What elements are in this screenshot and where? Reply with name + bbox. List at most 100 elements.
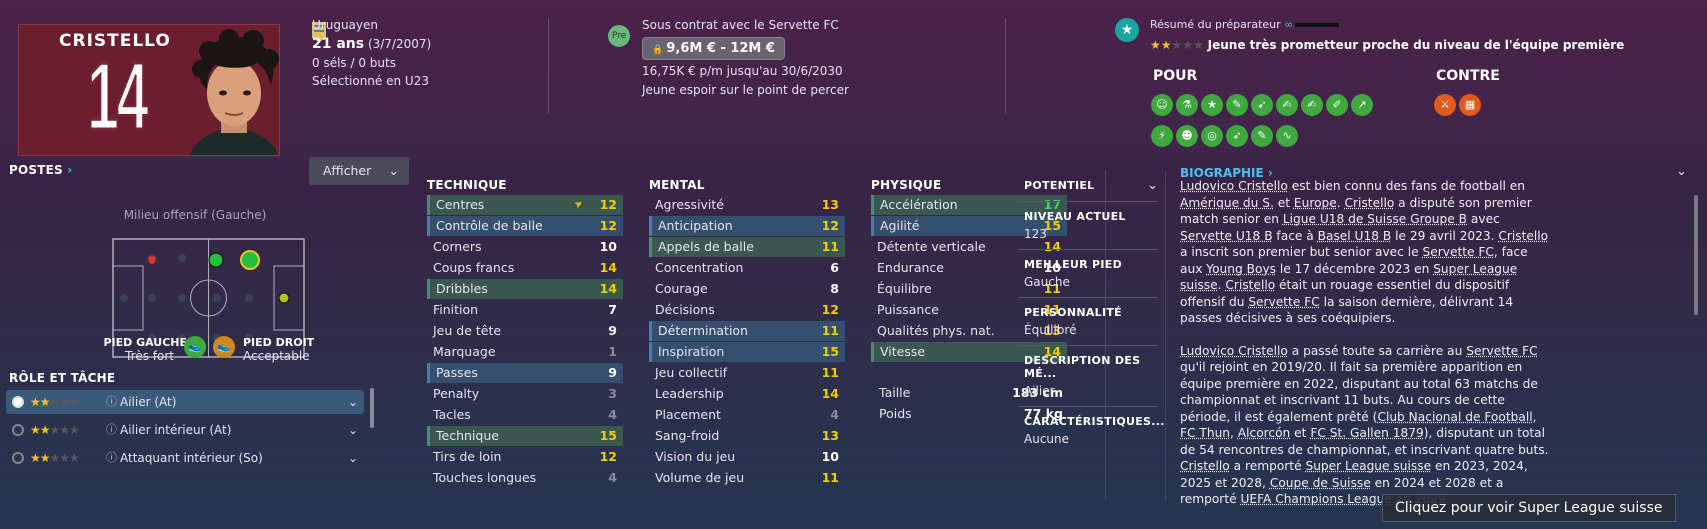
attribute-name: Technique [436, 428, 499, 443]
coach-summary: Résumé du préparateur ∞ ★★★★★ Jeune très… [1150, 18, 1670, 52]
afficher-button[interactable]: Afficher ⌄ [309, 157, 409, 185]
attribute-row[interactable]: Finition 7 [427, 300, 623, 320]
age: 21 ans [312, 36, 365, 52]
attribute-name: Sang-froid [655, 428, 720, 443]
pro-icon[interactable]: ➶ [1226, 125, 1248, 147]
attribute-row[interactable]: Dribbles 14 [427, 279, 623, 299]
con-icon[interactable]: ▦ [1459, 94, 1481, 116]
attribute-name: Jeu collectif [655, 365, 728, 380]
role-row[interactable]: ★★★★★ ⓘ Ailier (At) ⌄ [6, 390, 364, 414]
attribute-name: Détermination [658, 323, 749, 338]
pro-icon[interactable]: ★ [1201, 94, 1223, 116]
pro-icon[interactable]: ∿ [1276, 125, 1298, 147]
attribute-value: 14 [821, 386, 839, 401]
pro-icon[interactable]: ⚗ [1176, 94, 1198, 116]
attribute-row[interactable]: Anticipation 12 [649, 216, 845, 236]
pro-icon[interactable]: ◎ [1201, 125, 1223, 147]
pro-icon[interactable]: ☺ [1151, 94, 1173, 116]
pros-title: POUR [1153, 68, 1198, 84]
position-dot [208, 252, 224, 268]
attribute-name: Agressivité [655, 197, 725, 212]
positions-link[interactable]: POSTES › [9, 163, 72, 177]
info-icon[interactable]: ⓘ [106, 446, 117, 470]
attribute-row[interactable]: Détermination 11 [649, 321, 845, 341]
pro-icon[interactable]: ➹ [1251, 94, 1273, 116]
attribute-row[interactable]: Marquage 1 [427, 342, 623, 362]
chevron-right-icon: › [67, 163, 73, 177]
caps: 0 séls / 0 buts [312, 56, 396, 70]
pro-icon[interactable]: ↗ [1351, 94, 1373, 116]
attribute-row[interactable]: Vision du jeu 10 [649, 447, 845, 467]
attribute-name: Coups francs [433, 260, 515, 275]
attribute-value: 11 [821, 239, 839, 254]
personality-value: Équilibré [1024, 323, 1077, 337]
player-header: CRISTELLO 14 Uruguayen 21 ans (3/7/2007)… [0, 0, 1707, 160]
attribute-value: 9 [608, 323, 617, 338]
cons-title: CONTRE [1436, 68, 1500, 84]
scrollbar[interactable] [370, 388, 374, 428]
radio[interactable] [12, 452, 24, 464]
pro-icon[interactable]: ✎ [1251, 125, 1273, 147]
attribute-value: 12 [599, 449, 617, 464]
chevron-down-icon[interactable]: ⌄ [348, 390, 358, 414]
info-icon[interactable]: ⓘ [106, 418, 117, 442]
attribute-row[interactable]: Contrôle de balle 12 [427, 216, 623, 236]
radio-selected[interactable] [12, 396, 24, 408]
attribute-row[interactable]: Concentration 6 [649, 258, 845, 278]
info-icon[interactable]: ⓘ [106, 390, 117, 414]
attribute-row[interactable]: Placement 4 [649, 405, 845, 425]
role-row[interactable]: ★★★★★ ⓘ Ailier intérieur (At) ⌄ [6, 418, 364, 442]
attribute-row[interactable]: Sang-froid 13 [649, 426, 845, 446]
attribute-value: 11 [821, 365, 839, 380]
radio[interactable] [12, 424, 24, 436]
attribute-name: Vitesse [880, 344, 926, 359]
con-icon[interactable]: ⚔ [1434, 94, 1456, 116]
pro-icon[interactable]: ☻ [1176, 125, 1198, 147]
attribute-name: Jeu de tête [433, 323, 502, 338]
attribute-name: Tirs de loin [433, 449, 502, 464]
attribute-row[interactable]: Centres ➤ 12 [427, 195, 623, 215]
attribute-value: 12 [821, 218, 839, 233]
attribute-row[interactable]: Agressivité 13 [649, 195, 845, 215]
best-foot-label: MEILLEUR PIED [1024, 258, 1123, 271]
attribute-row[interactable]: Leadership 14 [649, 384, 845, 404]
attribute-row[interactable]: Inspiration 15 [649, 342, 845, 362]
attribute-row[interactable]: Passes 9 [427, 363, 623, 383]
chevron-down-icon[interactable]: ⌄ [348, 418, 358, 442]
pro-icon[interactable]: ⚡ [1151, 125, 1173, 147]
chevron-down-icon[interactable]: ⌄ [348, 446, 358, 470]
role-row[interactable]: ★★★★★ ⓘ Attaquant intérieur (So) ⌄ [6, 446, 364, 470]
role-label: Ailier (At) [120, 395, 177, 409]
attribute-row[interactable]: Décisions 12 [649, 300, 845, 320]
attribute-row[interactable]: Jeu collectif 11 [649, 363, 845, 383]
right-foot-label: PIED DROIT [243, 336, 315, 349]
chevron-down-icon[interactable]: ⌄ [1676, 164, 1687, 179]
left-foot-label: PIED GAUCHE [103, 336, 187, 349]
roles-title: RÔLE ET TÂCHE [9, 371, 116, 385]
attribute-row[interactable]: Volume de jeu 11 [649, 468, 845, 488]
pro-icon[interactable]: ✍ [1276, 94, 1298, 116]
attribute-row[interactable]: Tirs de loin 12 [427, 447, 623, 467]
pro-icon[interactable]: ✍ [1301, 94, 1323, 116]
attribute-name: Tacles [433, 407, 471, 422]
attribute-row[interactable]: Technique 15 [427, 426, 623, 446]
pro-icon[interactable]: ✐ [1326, 94, 1348, 116]
attribute-value: 6 [830, 260, 839, 275]
attribute-row[interactable]: Penalty 3 [427, 384, 623, 404]
attribute-row[interactable]: Coups francs 14 [427, 258, 623, 278]
attribute-row[interactable]: Jeu de tête 9 [427, 321, 623, 341]
wage: 16,75K € p/m jusqu'au 30/6/2030 [642, 64, 843, 78]
scrollbar[interactable] [1694, 195, 1698, 315]
attribute-row[interactable]: Touches longues 4 [427, 468, 623, 488]
attribute-row[interactable]: Corners 10 [427, 237, 623, 257]
potential-dropdown[interactable]: POTENTIEL ⌄ [1018, 178, 1158, 193]
attribute-row[interactable]: Courage 8 [649, 279, 845, 299]
attribute-name: Courage [655, 281, 708, 296]
afficher-label: Afficher [323, 163, 372, 178]
transfer-value[interactable]: 🔒 9,6M € - 12M € [642, 37, 785, 60]
attribute-row[interactable]: Tacles 4 [427, 405, 623, 425]
right-foot-value: Acceptable [243, 349, 310, 363]
pro-icon[interactable]: ✎ [1226, 94, 1248, 116]
attribute-row[interactable]: Appels de balle 11 [649, 237, 845, 257]
binoculars-icon: ∞ [1284, 18, 1294, 31]
